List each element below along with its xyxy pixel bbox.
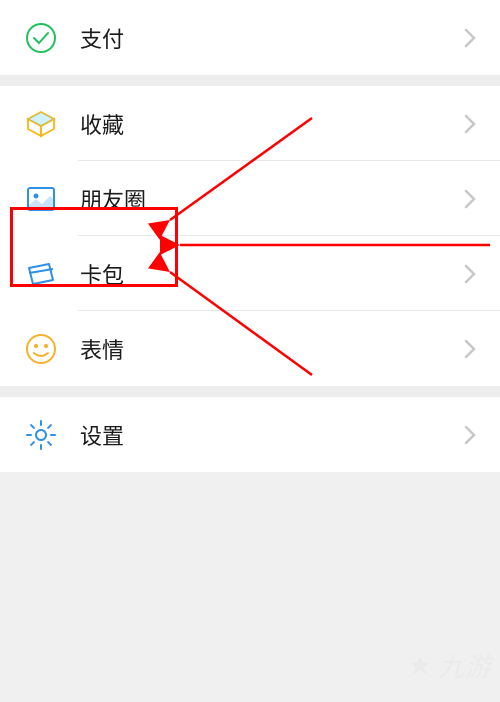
row-settings[interactable]: 设置 bbox=[0, 397, 500, 472]
row-stickers[interactable]: 表情 bbox=[0, 311, 500, 386]
watermark-text: 九游 bbox=[438, 647, 492, 684]
chevron-right-icon bbox=[464, 28, 476, 48]
row-label: 表情 bbox=[80, 333, 464, 365]
section-middle: 收藏 朋友圈 卡包 bbox=[0, 86, 500, 386]
section-pay: 支付 bbox=[0, 0, 500, 75]
moments-icon bbox=[24, 182, 58, 216]
watermark-logo-icon bbox=[408, 654, 432, 678]
row-label: 朋友圈 bbox=[80, 183, 464, 215]
pay-icon bbox=[24, 21, 58, 55]
row-pay[interactable]: 支付 bbox=[0, 0, 500, 75]
row-label: 支付 bbox=[80, 22, 464, 54]
chevron-right-icon bbox=[464, 264, 476, 284]
settings-icon bbox=[24, 418, 58, 452]
section-gap bbox=[0, 386, 500, 397]
chevron-right-icon bbox=[464, 339, 476, 359]
section-settings: 设置 bbox=[0, 397, 500, 472]
cards-icon bbox=[24, 257, 58, 291]
row-label: 卡包 bbox=[80, 258, 464, 290]
chevron-right-icon bbox=[464, 114, 476, 134]
row-cards[interactable]: 卡包 bbox=[0, 236, 500, 311]
stickers-icon bbox=[24, 332, 58, 366]
row-favorites[interactable]: 收藏 bbox=[0, 86, 500, 161]
row-label: 收藏 bbox=[80, 108, 464, 140]
row-label: 设置 bbox=[80, 419, 464, 451]
row-moments[interactable]: 朋友圈 bbox=[0, 161, 500, 236]
section-gap bbox=[0, 75, 500, 86]
favorites-icon bbox=[24, 107, 58, 141]
chevron-right-icon bbox=[464, 189, 476, 209]
chevron-right-icon bbox=[464, 425, 476, 445]
watermark: 九游 bbox=[408, 647, 492, 684]
